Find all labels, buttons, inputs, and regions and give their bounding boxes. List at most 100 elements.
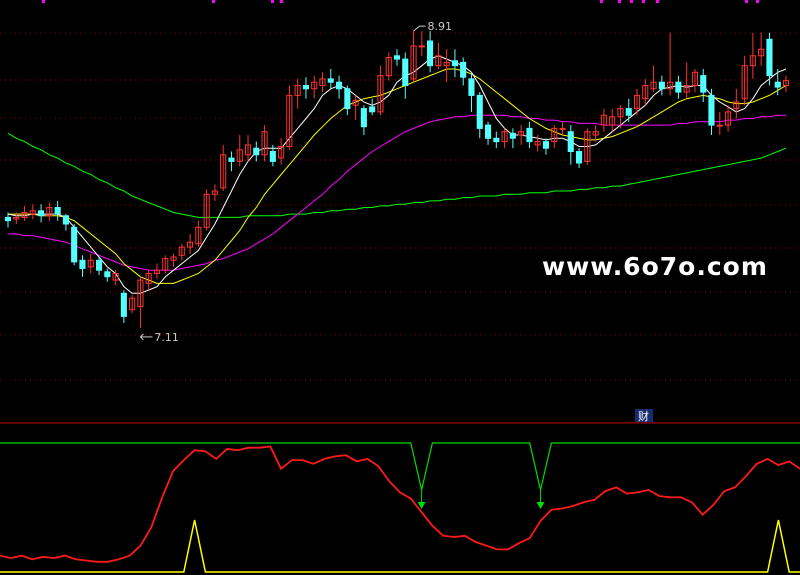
candle-up — [749, 32, 756, 79]
candle-body — [228, 157, 235, 162]
candle-up — [385, 52, 392, 81]
oscillator-panel — [0, 442, 800, 573]
candle-body — [567, 131, 574, 152]
candle-down — [393, 49, 400, 66]
candle-down — [71, 224, 78, 266]
candle-up — [220, 144, 227, 192]
candle-up — [559, 121, 566, 135]
candle-down — [427, 31, 434, 73]
candle-up — [691, 69, 699, 93]
candle-body — [509, 132, 516, 139]
candle-down — [567, 125, 574, 165]
candle-down — [402, 52, 409, 99]
top-marker — [271, 0, 274, 3]
candle-body — [708, 94, 715, 126]
candle-up — [634, 88, 641, 116]
candle-up — [211, 184, 218, 201]
candle-body — [120, 292, 127, 317]
candle-up — [278, 138, 285, 165]
candle-body — [476, 94, 483, 129]
candle-body — [625, 108, 632, 116]
high-marker: 8.91 — [413, 20, 452, 33]
candle-down — [675, 75, 682, 99]
candle-body — [253, 147, 260, 156]
candle-up — [642, 78, 649, 106]
candle-body — [393, 55, 400, 60]
candle-up — [377, 65, 384, 116]
candle-up — [153, 263, 160, 279]
oscillator-yellow-line — [0, 519, 800, 573]
candle-body — [766, 38, 773, 77]
candle-down — [253, 141, 260, 162]
candle-body — [4, 216, 11, 222]
candle-body — [369, 106, 376, 113]
candle-body — [658, 81, 665, 90]
candle-down — [327, 69, 334, 89]
candle-body — [485, 124, 492, 139]
candle-up — [501, 128, 508, 149]
candle-up — [352, 95, 359, 121]
candle-body — [79, 259, 86, 269]
candle-up — [203, 189, 210, 231]
candle-down — [700, 69, 707, 102]
candle-up — [410, 31, 417, 83]
candle-body — [96, 259, 103, 271]
top-markers — [42, 0, 759, 3]
green-arrow-down — [536, 502, 545, 509]
top-marker — [756, 0, 759, 3]
top-marker — [280, 0, 283, 3]
candle-up — [716, 111, 723, 135]
candle-body — [104, 271, 111, 278]
candle-down — [79, 255, 86, 277]
candle-down — [344, 85, 351, 116]
candle-up — [518, 125, 525, 145]
candle-up — [236, 134, 243, 167]
candle-up — [782, 75, 790, 93]
candle-body — [716, 124, 723, 127]
candle-down — [104, 268, 111, 282]
candle-up — [667, 32, 674, 96]
candle-up — [609, 108, 616, 132]
candle-up — [137, 276, 144, 328]
watermark: www.6o7o.com — [542, 252, 768, 281]
oscillator-green-line — [0, 442, 800, 491]
top-marker — [642, 0, 645, 3]
candle-up — [195, 220, 202, 248]
candle-body — [700, 75, 707, 93]
candle-body — [360, 108, 367, 128]
candle-up — [178, 243, 185, 261]
ma-long-line — [8, 114, 786, 271]
candle-up — [21, 205, 28, 221]
candle-body — [774, 81, 781, 88]
top-marker — [630, 0, 633, 3]
candle-up — [29, 204, 36, 220]
candle-down — [120, 289, 127, 323]
candle-body — [559, 127, 566, 130]
oscillator-red-line — [0, 445, 800, 563]
candle-body — [302, 85, 309, 90]
high-pointer — [413, 25, 426, 32]
top-marker — [618, 0, 621, 3]
candle-body — [38, 210, 45, 217]
candle-down — [509, 128, 516, 149]
candle-up — [87, 253, 94, 274]
candle-up — [245, 134, 252, 162]
top-marker — [42, 0, 45, 3]
candle-body — [71, 226, 78, 263]
candle-down — [228, 151, 235, 172]
candle-down — [485, 121, 492, 145]
candle-up — [650, 65, 657, 93]
candle-body — [54, 207, 61, 215]
candle-down — [493, 131, 500, 149]
candle-up — [187, 233, 194, 254]
candle-up — [311, 75, 318, 99]
candle-body — [427, 40, 434, 67]
stock-chart: 8.91 7.11 www.6o7o.com 财 — [0, 0, 800, 573]
candle-body — [336, 81, 343, 90]
candle-body — [62, 215, 70, 225]
candle-up — [443, 49, 450, 83]
candle-down — [451, 49, 458, 78]
candle-down — [38, 204, 45, 223]
candle-body — [344, 88, 351, 110]
candle-body — [576, 151, 583, 164]
